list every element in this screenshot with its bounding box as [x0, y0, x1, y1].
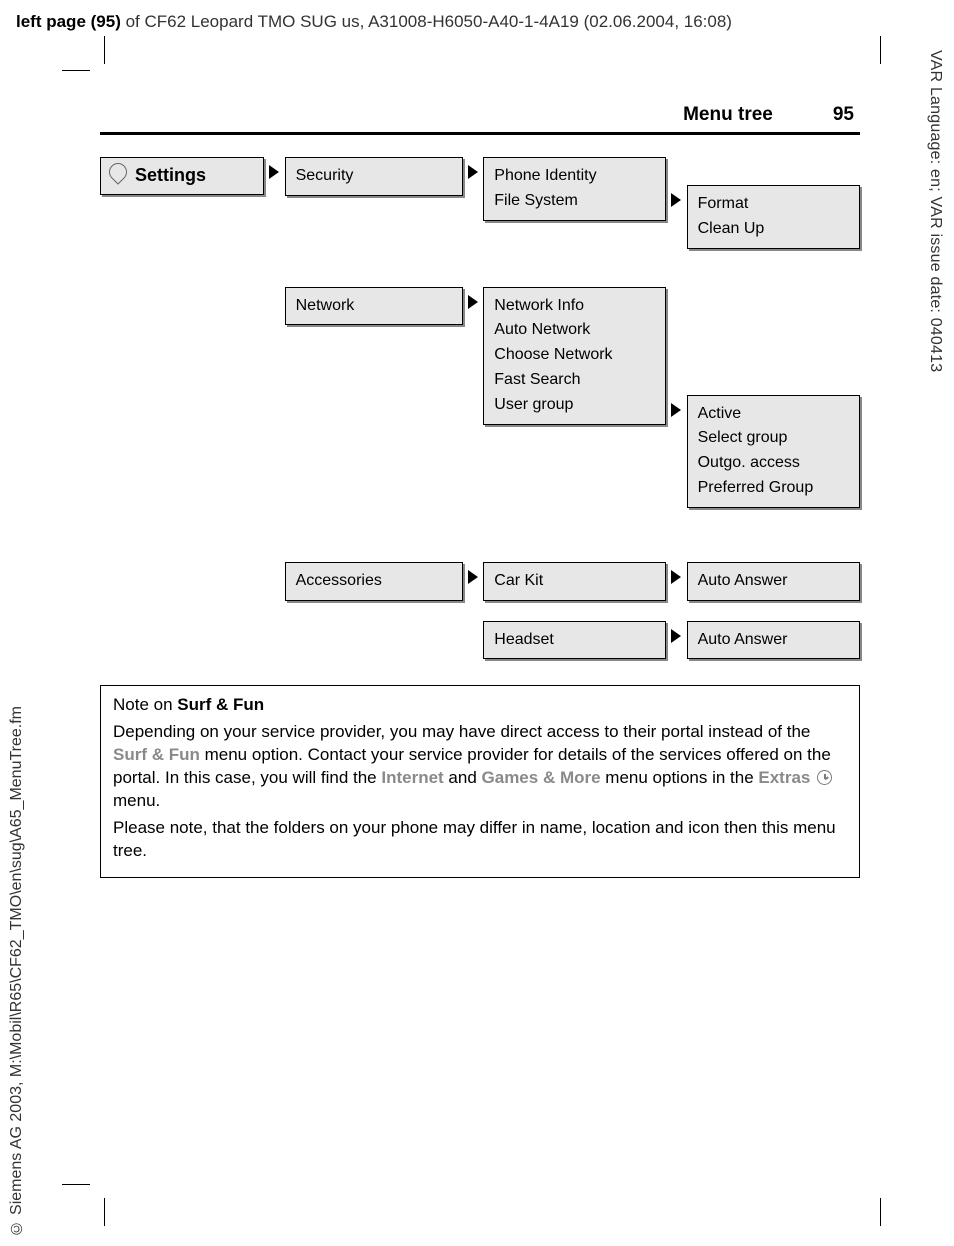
menu-item-auto-answer-carkit: Auto Answer	[687, 562, 860, 601]
note-title: Note on Surf & Fun	[113, 694, 847, 717]
menu-item-headset: Headset	[483, 621, 666, 660]
arrow-spacer	[264, 287, 285, 295]
menu-label: Auto Answer	[698, 572, 788, 589]
note-keyword-games-more: Games & More	[482, 768, 601, 787]
arrow-icon	[666, 562, 687, 584]
menu-item-car-kit: Car Kit	[483, 562, 666, 601]
menu-box-network-children: Network Info Auto Network Choose Network…	[483, 287, 666, 425]
menu-label: User group	[494, 393, 655, 418]
proof-header: left page (95) of CF62 Leopard TMO SUG u…	[16, 12, 914, 32]
note-title-bold: Surf & Fun	[177, 695, 264, 714]
menu-label: Choose Network	[494, 343, 655, 368]
arrow-icon	[666, 157, 687, 207]
menu-label: Clean Up	[698, 217, 849, 242]
menu-label: Headset	[494, 631, 554, 648]
note-keyword-surf-fun: Surf & Fun	[113, 745, 200, 764]
menu-item-accessories: Accessories	[285, 562, 463, 601]
menu-label: Active	[698, 402, 849, 427]
section-title: Menu tree	[683, 104, 773, 126]
side-text-right: VAR Language: en; VAR issue date: 040413	[926, 50, 944, 372]
crop-mark	[104, 1198, 105, 1226]
note-keyword-internet: Internet	[381, 768, 443, 787]
crop-mark	[880, 36, 881, 64]
menu-tree: Settings Security Phone Identity File Sy…	[100, 157, 860, 659]
note-text: and	[444, 768, 482, 787]
note-text: menu options in the	[601, 768, 759, 787]
menu-label: Car Kit	[494, 572, 543, 589]
menu-label: Security	[296, 167, 354, 184]
menu-label: Select group	[698, 426, 849, 451]
page-body: Menu tree 95 Settings Security Phone Ide…	[100, 100, 860, 878]
extras-icon	[817, 770, 832, 785]
arrow-icon	[463, 287, 484, 309]
menu-label: Format	[698, 192, 849, 217]
note-paragraph-1: Depending on your service provider, you …	[113, 721, 847, 813]
arrow-spacer	[264, 562, 285, 570]
arrow-icon	[463, 157, 484, 179]
menu-label: Network	[296, 297, 355, 314]
menu-label: Auto Network	[494, 318, 655, 343]
side-text-left: © Siemens AG 2003, M:\Mobil\R65\CF62_TMO…	[8, 706, 26, 1236]
arrow-icon	[666, 621, 687, 643]
note-paragraph-2: Please note, that the folders on your ph…	[113, 817, 847, 863]
menu-label: Preferred Group	[698, 476, 849, 501]
menu-item-auto-answer-headset: Auto Answer	[687, 621, 860, 660]
menu-box-user-group-children: Active Select group Outgo. access Prefer…	[687, 395, 860, 508]
crop-mark	[62, 1184, 90, 1185]
menu-label: File System	[494, 189, 655, 214]
menu-item-network: Network	[285, 287, 463, 326]
arrow-icon	[463, 562, 484, 584]
menu-label: Accessories	[296, 572, 382, 589]
proof-header-prefix: left page (95)	[16, 12, 121, 31]
crop-mark	[104, 36, 105, 64]
arrow-icon	[666, 287, 687, 417]
note-text: menu.	[113, 791, 160, 810]
menu-box-security-children: Phone Identity File System	[483, 157, 666, 221]
menu-item-security: Security	[285, 157, 463, 196]
menu-label: Network Info	[494, 294, 655, 319]
menu-root-label: Settings	[135, 162, 206, 190]
arrow-icon	[264, 157, 285, 179]
menu-box-file-system-children: Format Clean Up	[687, 185, 860, 249]
arrow-spacer	[463, 621, 484, 629]
running-head: Menu tree 95	[100, 100, 860, 135]
arrow-spacer	[264, 621, 285, 629]
menu-label: Phone Identity	[494, 164, 655, 189]
crop-mark	[62, 70, 90, 71]
menu-root-settings: Settings	[100, 157, 264, 195]
menu-label: Outgo. access	[698, 451, 849, 476]
menu-label: Fast Search	[494, 368, 655, 393]
note-text: Depending on your service provider, you …	[113, 722, 810, 741]
page-number: 95	[833, 104, 854, 126]
note-keyword-extras: Extras	[758, 768, 810, 787]
menu-label: Auto Answer	[698, 631, 788, 648]
proof-header-rest: of CF62 Leopard TMO SUG us, A31008-H6050…	[121, 12, 732, 31]
note-title-prefix: Note on	[113, 695, 177, 714]
crop-mark	[880, 1198, 881, 1226]
settings-icon	[109, 162, 129, 190]
note-box: Note on Surf & Fun Depending on your ser…	[100, 685, 860, 878]
